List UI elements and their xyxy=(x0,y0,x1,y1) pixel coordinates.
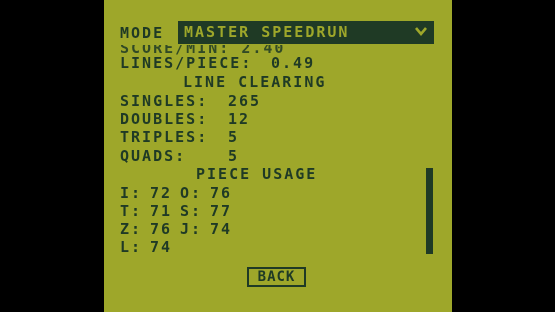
piece-t-label: T: xyxy=(120,202,143,220)
piece-j-label: J: xyxy=(180,220,203,238)
piece-s-value: 77 xyxy=(210,202,233,220)
piece-i-value: 72 xyxy=(150,184,173,202)
piece-l-value: 74 xyxy=(150,238,173,256)
scrollbar-thumb[interactable] xyxy=(426,168,433,254)
lines-per-piece-label: LINES/PIECE: xyxy=(120,54,253,72)
piece-o-label: O: xyxy=(180,184,203,202)
lines-per-piece-value: 0.49 xyxy=(271,54,316,72)
mode-selected-value: MASTER SPEEDRUN xyxy=(184,23,350,41)
singles-label: SINGLES: xyxy=(120,92,209,110)
piece-z-value: 76 xyxy=(150,220,173,238)
piece-j-value: 74 xyxy=(210,220,233,238)
mode-label: MODE xyxy=(120,24,165,42)
piece-l-label: L: xyxy=(120,238,143,256)
back-button[interactable]: BACK xyxy=(247,267,306,287)
triples-value: 5 xyxy=(228,128,240,146)
doubles-value: 12 xyxy=(228,110,251,128)
quads-value: 5 xyxy=(228,147,240,165)
doubles-label: DOUBLES: xyxy=(120,110,209,128)
piece-s-label: S: xyxy=(180,202,203,220)
singles-value: 265 xyxy=(228,92,262,110)
line-clearing-heading: LINE CLEARING xyxy=(183,73,327,91)
piece-o-value: 76 xyxy=(210,184,233,202)
chevron-down-icon xyxy=(415,27,427,37)
mode-dropdown[interactable]: MASTER SPEEDRUN xyxy=(178,21,434,44)
quads-label: QUADS: xyxy=(120,147,187,165)
piece-z-label: Z: xyxy=(120,220,143,238)
piece-i-label: I: xyxy=(120,184,143,202)
triples-label: TRIPLES: xyxy=(120,128,209,146)
piece-usage-heading: PIECE USAGE xyxy=(196,165,318,183)
piece-t-value: 71 xyxy=(150,202,173,220)
game-screen: MODE MASTER SPEEDRUN SCORE/MIN: 2.40 LIN… xyxy=(104,0,452,312)
